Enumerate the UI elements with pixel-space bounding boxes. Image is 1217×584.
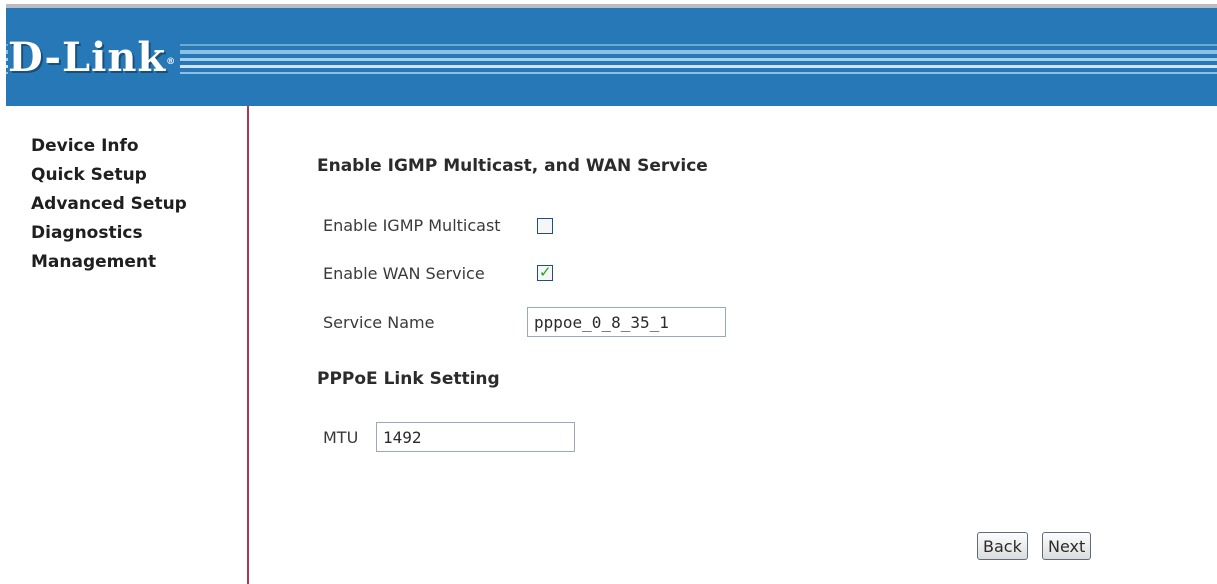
wan-service-checkbox[interactable]: ✓ <box>537 263 553 281</box>
page: D-Link® Device Info Quick Setup Advanced… <box>0 0 1217 584</box>
dlink-logo: D-Link® <box>8 34 181 81</box>
sidebar: Device Info Quick Setup Advanced Setup D… <box>6 106 249 584</box>
sidebar-item-quick-setup[interactable]: Quick Setup <box>31 161 247 190</box>
sidebar-menu: Device Info Quick Setup Advanced Setup D… <box>6 106 247 277</box>
back-button[interactable]: Back <box>977 532 1028 560</box>
igmp-checkbox[interactable] <box>537 218 553 234</box>
wan-service-label: Enable WAN Service <box>323 264 485 283</box>
section-title-pppoe: PPPoE Link Setting <box>317 369 500 389</box>
sidebar-item-management[interactable]: Management <box>31 248 247 277</box>
check-icon: ✓ <box>539 263 552 281</box>
service-name-input[interactable] <box>527 307 726 337</box>
banner-stripe <box>6 58 1217 61</box>
banner-stripe <box>6 72 1217 74</box>
next-button[interactable]: Next <box>1042 532 1092 560</box>
registered-mark: ® <box>166 57 177 67</box>
mtu-input[interactable] <box>376 422 575 452</box>
banner-stripe <box>6 65 1217 68</box>
sidebar-item-device-info[interactable]: Device Info <box>31 132 247 161</box>
header-banner: D-Link® <box>6 4 1217 106</box>
sidebar-item-advanced-setup[interactable]: Advanced Setup <box>31 190 247 219</box>
mtu-label: MTU <box>323 428 359 447</box>
section-title-wan: Enable IGMP Multicast, and WAN Service <box>317 156 708 176</box>
main-content: Enable IGMP Multicast, and WAN Service E… <box>251 106 1217 584</box>
banner-stripe <box>6 50 1217 54</box>
igmp-label: Enable IGMP Multicast <box>323 216 501 235</box>
logo-text: D-Link <box>8 34 167 81</box>
sidebar-item-diagnostics[interactable]: Diagnostics <box>31 219 247 248</box>
banner-stripe <box>6 44 1217 46</box>
service-name-label: Service Name <box>323 313 435 332</box>
